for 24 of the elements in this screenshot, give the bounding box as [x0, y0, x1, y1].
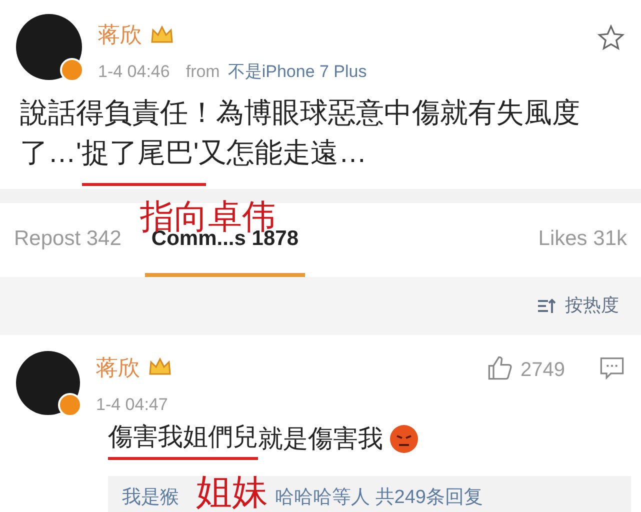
- comment-icon[interactable]: [599, 354, 625, 380]
- tab[interactable]: Likes 31k: [532, 223, 633, 276]
- vip-crown-icon: [148, 356, 172, 378]
- tab[interactable]: Repost 342: [8, 223, 128, 276]
- source-link[interactable]: 不是iPhone 7 Plus: [228, 59, 367, 84]
- post-time: 1-4 04:46: [98, 61, 170, 83]
- thumbs-up-icon[interactable]: [486, 354, 512, 380]
- author-name[interactable]: 蒋欣: [96, 350, 140, 384]
- reply-summary-text: 我是猴: [122, 486, 179, 508]
- star-icon[interactable]: [597, 24, 625, 52]
- reply-summary-text: 哈哈哈等人 共249条回复: [275, 486, 483, 508]
- comment-text: 就是傷害我: [258, 424, 383, 454]
- source-label: from: [186, 61, 220, 83]
- post-text: 說話得負責任！為博眼球惡意中傷就有失風度了…'捉了尾巴'又怎能走遠…: [19, 96, 581, 170]
- angry-emoji-icon: [389, 424, 419, 454]
- sort-icon: [537, 298, 557, 314]
- annotation-text: 姐妹: [196, 474, 268, 510]
- underline-mark: 傷害我姐們兒: [108, 419, 258, 460]
- vip-crown-icon: [150, 24, 174, 46]
- verified-icon: [58, 392, 82, 416]
- like-count: 2749: [520, 358, 565, 382]
- sort-button[interactable]: 按热度: [531, 291, 625, 320]
- comment-time: 1-4 04:47: [96, 394, 169, 416]
- author-name[interactable]: 蒋欣: [98, 18, 142, 51]
